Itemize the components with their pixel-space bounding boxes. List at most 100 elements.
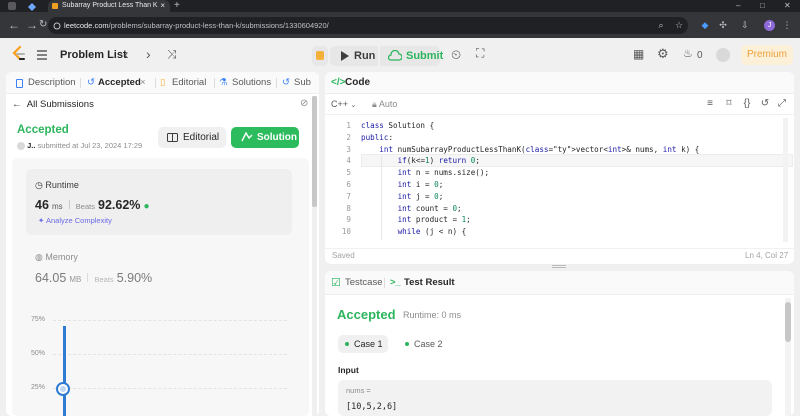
user-avatar[interactable] [716,48,730,62]
resize-handle[interactable] [552,265,566,268]
next-problem-icon[interactable]: › [146,46,151,62]
debug-button[interactable] [312,46,328,66]
share-link-icon[interactable]: ⊘ [300,98,308,109]
code-text: int n = nums.size(); [397,168,490,178]
chrome-menu-icon[interactable]: ⋮ [780,17,794,34]
tab-accepted[interactable]: Accepted [98,72,141,94]
code-text: public: [361,132,394,142]
line-number: 5 [346,168,351,178]
auto-mode-toggle[interactable]: 🔒︎ Auto [372,99,397,110]
analyze-complexity-link[interactable]: ✦ Analyze Complexity [38,216,112,225]
fullscreen-icon[interactable]: ⛶ [476,46,484,61]
result-scrollbar-thumb[interactable] [785,302,791,342]
code-text: int product = 1; [397,215,471,225]
submit-label: Submit [406,50,444,62]
layout-grid-icon[interactable]: ▦ [633,47,644,61]
tab-close-icon[interactable]: × [160,0,165,12]
code-text: while (j < n) { [397,227,467,237]
runtime-badge-icon: ● [143,201,150,212]
tab-editorial[interactable]: Editorial [172,72,206,94]
runtime-beats-value: 92.62% [98,198,141,212]
language-select[interactable]: C++ ⌄ [331,99,356,109]
editorial-button[interactable]: Editorial [158,127,226,148]
tab-submissions[interactable]: Sub [294,72,311,94]
pass-dot-icon [345,342,349,346]
divider [68,200,70,209]
new-tab-button[interactable]: + [174,0,180,12]
lock-icon: 🔒︎ [372,99,377,109]
forward-icon[interactable]: → [26,12,38,38]
tab-solutions[interactable]: Solutions [232,72,271,94]
case-1-label: Case 1 [354,339,383,349]
tab-test-result[interactable]: Test Result [404,271,455,295]
reload-icon[interactable]: ↻ [39,12,47,38]
browser-tab[interactable]: Subarray Product Less Than K × [48,0,170,12]
reset-code-icon[interactable]: ↺ [758,97,772,111]
problem-list-link[interactable]: Problem List [60,49,127,61]
shuffle-icon[interactable]: ⤨ [167,47,177,62]
tab-description[interactable]: Description [28,72,76,94]
tab-testcase[interactable]: Testcase [345,271,383,295]
line-number: 8 [346,203,351,213]
chart-highlight-marker[interactable] [56,382,70,396]
submissions-icon: ↺ [282,77,290,88]
tab-divider [155,78,156,88]
bookmark-star-icon[interactable]: ☆ [672,17,686,34]
memory-header[interactable]: ◍ Memory [35,252,78,263]
minimize-button[interactable]: – [736,0,740,12]
close-window-button[interactable]: ✕ [784,0,791,12]
username[interactable]: J.. [27,141,35,150]
settings-gear-icon[interactable]: ⚙ [657,46,669,62]
streak-fire-icon[interactable]: ♨ [683,47,693,60]
extension-icon[interactable]: ◆ [698,17,712,34]
left-scrollbar-thumb[interactable] [312,96,317,207]
extensions-puzzle-icon[interactable]: ✣ [716,17,730,34]
tab-title: Subarray Product Less Than K [62,2,158,9]
back-icon[interactable]: ← [8,12,20,38]
code-text: int i = 0; [397,180,444,189]
bookmark-icon[interactable]: ⌑ [722,97,736,111]
tab-divider [80,78,81,88]
marker-inner [60,386,66,392]
downloads-icon[interactable]: ⇩ [738,17,752,34]
timer-icon[interactable]: ⏲ [451,47,461,63]
tab-divider [214,78,215,88]
code-scrollbar[interactable] [783,118,788,242]
leetcode-logo-icon[interactable] [12,45,26,62]
leetcode-favicon [52,3,58,9]
memory-beats-value: 5.90% [116,271,153,285]
solution-button[interactable]: Solution [231,127,299,148]
case-1-tab[interactable]: Case 1 [338,335,388,353]
site-info-icon[interactable] [53,21,61,30]
zoom-icon[interactable]: ⌕ [654,17,668,34]
close-tab-icon[interactable]: × [140,72,146,94]
braces-icon[interactable]: {} [740,97,754,111]
maximize-button[interactable]: □ [760,0,765,12]
tab-divider [384,278,385,288]
expand-icon[interactable]: ⤢ [775,97,789,111]
submit-button[interactable]: Submit [380,46,444,66]
input-label: Input [338,365,359,375]
submission-meta: J.. submitted at Jul 23, 2024 17:29 [17,141,142,151]
submission-status: Accepted [17,124,69,136]
run-button[interactable]: Run [330,46,378,66]
tab-divider [276,78,277,88]
input-box [338,380,772,416]
code-status-bar [325,248,794,264]
history-icon: ↺ [87,77,95,88]
analyze-complexity-label: Analyze Complexity [45,216,112,225]
address-bar[interactable]: leetcode.com/problems/subarray-product-l… [48,17,688,34]
format-icon[interactable]: ≡ [703,97,717,111]
profile-avatar[interactable]: J [764,20,775,31]
tab-search-icon[interactable] [8,2,16,10]
editorial-button-label: Editorial [183,132,220,143]
line-number: 10 [341,227,351,237]
premium-button[interactable]: Premium [741,45,793,65]
all-submissions-link[interactable]: ← All Submissions [12,97,94,113]
input-variable-value: [10,5,2,6] [346,402,398,412]
prev-problem-icon[interactable]: ‹ [124,46,129,62]
pinned-tab-icon[interactable] [28,2,36,11]
case-2-tab[interactable]: Case 2 [398,335,448,353]
code-text: int numSubarrayProductLessThanK(class="t… [379,144,700,154]
back-arrow-icon: ← [12,99,22,110]
